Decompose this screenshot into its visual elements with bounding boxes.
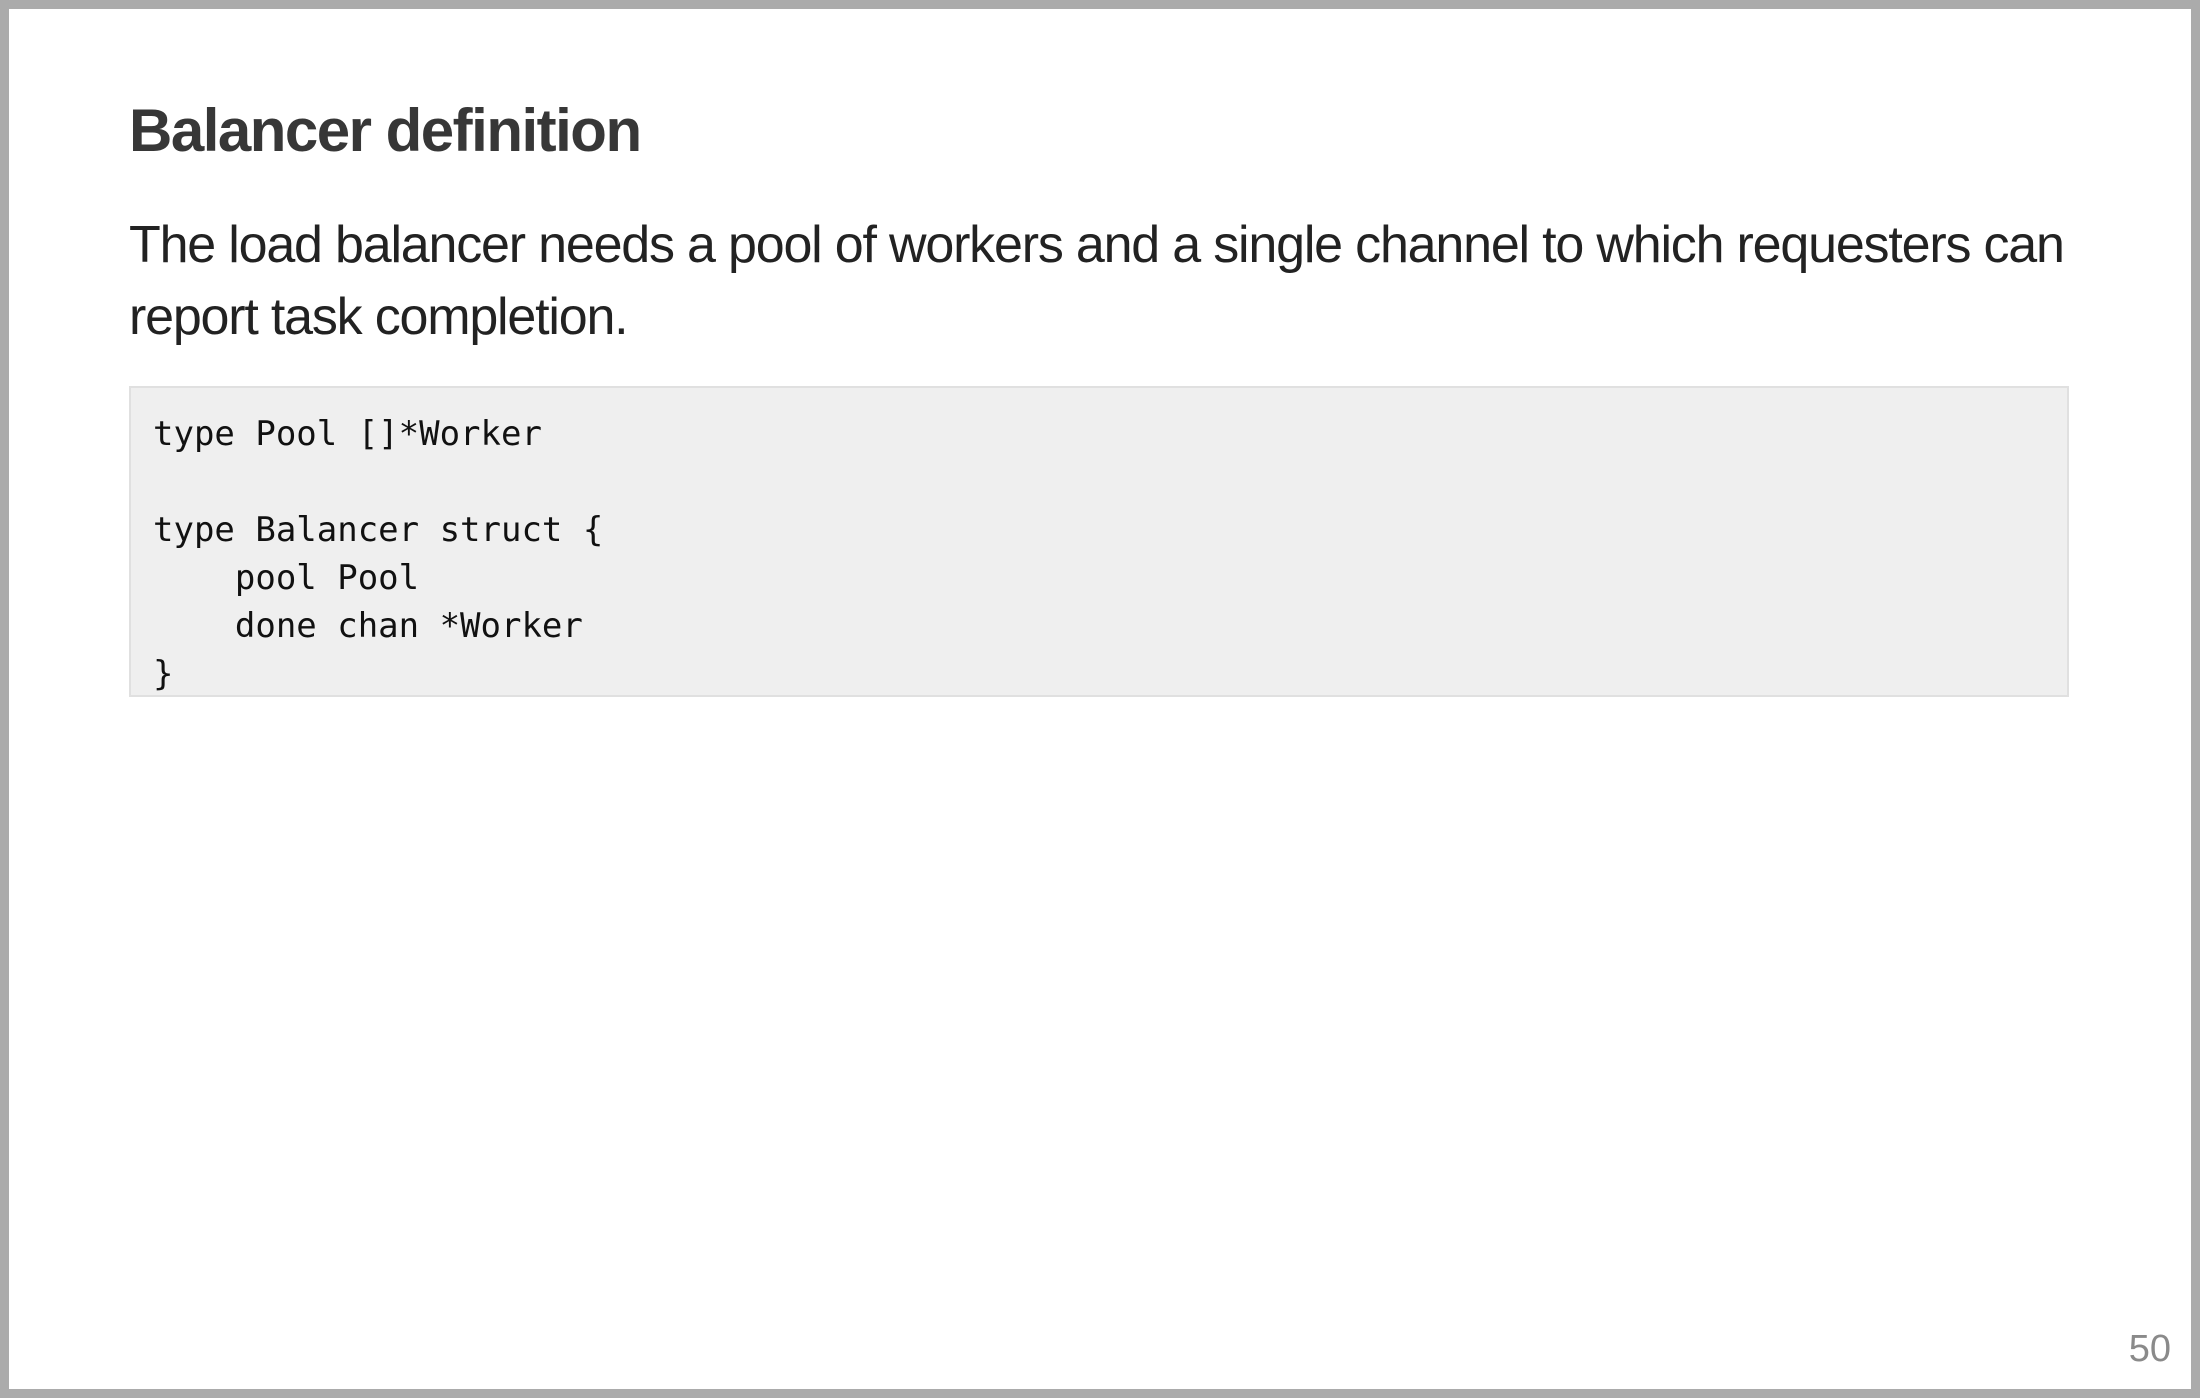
page-number: 50 <box>2128 1328 2171 1370</box>
slide-body-text: The load balancer needs a pool of worker… <box>129 216 2065 346</box>
code-block: type Pool []*Worker type Balancer struct… <box>129 386 2069 697</box>
slide: Balancer definition The load balancer ne… <box>0 0 2200 1398</box>
slide-title: Balancer definition <box>129 97 642 164</box>
